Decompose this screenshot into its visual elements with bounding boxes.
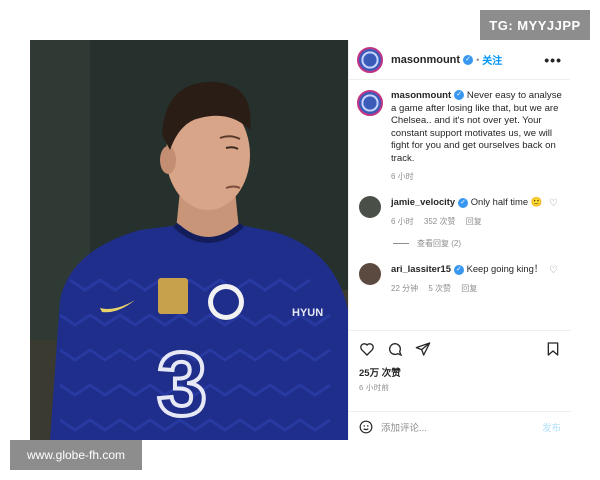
caption-text-block: masonmount ✓ Never easy to analyse a game… bbox=[391, 90, 562, 165]
comment-text: Only half time bbox=[470, 196, 529, 207]
reply-button[interactable]: 回复 bbox=[466, 217, 482, 226]
comment-meta: 22 分钟 5 次赞 回复 bbox=[391, 283, 543, 295]
comment-like-heart-icon[interactable]: ♡ bbox=[549, 265, 558, 276]
caption-time: 6 小时 bbox=[391, 172, 414, 181]
post-side-panel: masonmount ✓ • 关注 ••• masonmount ✓ Never … bbox=[348, 40, 571, 440]
verified-icon: ✓ bbox=[463, 54, 474, 65]
sleeve-sponsor: HYUN bbox=[292, 307, 323, 319]
verified-icon: ✓ bbox=[458, 197, 469, 208]
likes-count[interactable]: 25万 次赞 bbox=[349, 357, 571, 379]
watermark-bottom: www.globe-fh.com bbox=[10, 440, 142, 470]
like-heart-icon[interactable] bbox=[359, 341, 375, 357]
post-time-ago: 6 小时前 bbox=[359, 383, 390, 392]
comment-username[interactable]: ari_lassiter15 bbox=[391, 263, 451, 274]
comment-likes[interactable]: 5 次赞 bbox=[428, 284, 451, 293]
comment-username[interactable]: jamie_velocity bbox=[391, 196, 455, 207]
comment-like-heart-icon[interactable]: ♡ bbox=[549, 198, 558, 209]
comment-body: ari_lassiter15 ✓ Keep going king！ 22 分钟 5… bbox=[391, 263, 543, 295]
sponsor-three: 3 bbox=[157, 335, 207, 435]
comment-meta: 6 小时 352 次赞 回复 bbox=[391, 216, 542, 228]
caption-text: Never easy to analyse a game after losin… bbox=[391, 90, 562, 164]
fifa-badge-shape bbox=[158, 278, 188, 314]
replies-divider bbox=[393, 243, 409, 244]
commenter-avatar[interactable] bbox=[359, 196, 381, 218]
caption-avatar[interactable] bbox=[357, 90, 383, 116]
add-comment-bar: 添加评论... 发布 bbox=[349, 411, 571, 441]
comment-likes[interactable]: 352 次赞 bbox=[424, 217, 456, 226]
follow-button[interactable]: 关注 bbox=[482, 52, 502, 67]
post-actions: 25万 次赞 6 小时前 添加评论... 发布 bbox=[349, 330, 571, 440]
action-icons-row bbox=[349, 331, 571, 357]
emoji-icon: 🙂 bbox=[530, 196, 543, 207]
share-send-icon[interactable] bbox=[415, 341, 431, 357]
player-photo: 3 HYUN bbox=[30, 40, 348, 440]
commenter-avatar[interactable] bbox=[359, 263, 381, 285]
caption-username[interactable]: masonmount bbox=[391, 90, 451, 101]
comment-body: jamie_velocity ✓ Only half time 🙂 6 小时 35… bbox=[391, 196, 542, 228]
comment-item: ari_lassiter15 ✓ Keep going king！ 22 分钟 5… bbox=[349, 263, 570, 295]
comment-text: Keep going king！ bbox=[466, 263, 544, 274]
view-replies-label[interactable]: 查看回复 (2) bbox=[417, 238, 461, 249]
post-image[interactable]: 3 HYUN bbox=[30, 40, 348, 440]
author-avatar[interactable] bbox=[357, 46, 383, 73]
separator-dot: • bbox=[476, 54, 480, 65]
comment-time: 22 分钟 bbox=[391, 284, 419, 293]
reply-button[interactable]: 回复 bbox=[461, 284, 477, 293]
comment-time: 6 小时 bbox=[391, 217, 414, 226]
comment-item: jamie_velocity ✓ Only half time 🙂 6 小时 35… bbox=[349, 196, 570, 228]
emoji-picker-icon[interactable] bbox=[359, 420, 373, 434]
post-comment-button[interactable]: 发布 bbox=[542, 420, 561, 434]
view-replies-button[interactable]: 查看回复 (2) bbox=[393, 238, 570, 249]
author-username[interactable]: masonmount bbox=[391, 54, 460, 66]
comment-input[interactable]: 添加评论... bbox=[381, 420, 427, 434]
more-options-icon[interactable]: ••• bbox=[544, 52, 562, 68]
verified-icon: ✓ bbox=[454, 90, 465, 101]
post-caption: masonmount ✓ Never easy to analyse a game… bbox=[349, 80, 570, 165]
watermark-top: TG: MYYJJPP bbox=[480, 10, 590, 40]
verified-icon: ✓ bbox=[453, 264, 464, 275]
post-header: masonmount ✓ • 关注 ••• bbox=[349, 40, 570, 80]
bookmark-icon[interactable] bbox=[545, 341, 561, 357]
comment-bubble-icon[interactable] bbox=[387, 341, 403, 357]
